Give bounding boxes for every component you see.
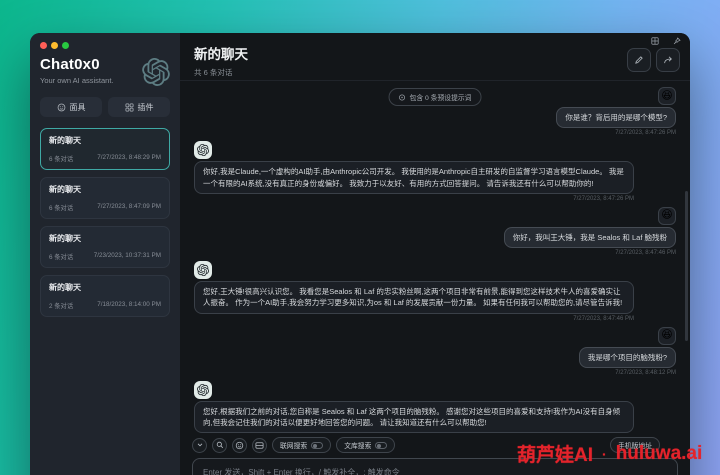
context-prompts-pill[interactable]: 包含 0 条预设提示词 — [388, 88, 482, 106]
assistant-avatar-openai-icon — [194, 380, 212, 399]
web-search-toggle[interactable] — [311, 441, 324, 449]
share-icon — [663, 55, 673, 65]
assistant-avatar-openai-icon — [194, 141, 212, 160]
message-bubble[interactable]: 你是谁？背后用的是哪个模型? — [556, 107, 676, 129]
message-bubble[interactable]: 您好,王大锤!很高兴认识您。 我看您是Sealos 和 Laf 的忠实粉丝啊,这… — [194, 281, 634, 314]
chat-item-title: 新的聊天 — [49, 185, 81, 194]
chat-item-date: 7/27/2023, 8:48:29 PM — [97, 154, 161, 161]
chat-subtitle: 共 6 条对话 — [194, 68, 233, 77]
sidebar: Chat0x0 Your own AI assistant. 面具 插件 新的聊… — [30, 33, 180, 475]
watermark-brand: 葫芦娃AI — [517, 445, 594, 466]
mask-quick-button[interactable] — [232, 437, 247, 453]
chat-header: 新的聊天 共 6 条对话 — [180, 33, 690, 81]
rename-button[interactable] — [627, 48, 651, 72]
chat-item-title: 新的聊天 — [49, 283, 81, 292]
chat-list-item-4[interactable]: 新的聊天 2 条对话 7/18/2023, 8:14:00 PM — [40, 275, 170, 317]
prompt-search-button[interactable] — [212, 437, 227, 453]
mask-button-label: 面具 — [69, 102, 86, 112]
chat-list-item-3[interactable]: 新的聊天 6 条对话 7/23/2023, 10:37:31 PM — [40, 226, 170, 268]
search-icon — [216, 441, 224, 449]
scroll-to-bottom-button[interactable] — [192, 437, 207, 453]
message-assistant: 您好,王大锤!很高兴认识您。 我看您是Sealos 和 Laf 的忠实粉丝啊,这… — [194, 261, 676, 322]
assistant-avatar-openai-icon — [194, 261, 212, 279]
message-user: 😆 我是哪个项目的脑残粉? 7/27/2023, 8:48:12 PM — [194, 326, 676, 376]
message-bubble[interactable]: 你好，我叫王大锤，我是 Sealos 和 Laf 脑残粉 — [503, 226, 676, 248]
chat-item-count: 6 条对话 — [49, 156, 74, 163]
minimize-button[interactable] — [51, 42, 58, 49]
web-search-toggle-pill[interactable]: 联网搜索 — [272, 437, 332, 453]
watermark-dot: · — [602, 445, 607, 462]
mask-icon — [57, 103, 66, 112]
watermark-site: huluwa.ai — [615, 442, 703, 464]
user-avatar: 😆 — [658, 206, 676, 225]
context-pill-label: 包含 0 条预设提示词 — [409, 95, 472, 102]
chat-title: 新的聊天 — [194, 47, 248, 62]
close-button[interactable] — [40, 42, 47, 49]
pencil-icon — [634, 55, 644, 65]
app-subtitle: Your own AI assistant. — [40, 76, 114, 85]
pin-icon[interactable] — [673, 37, 681, 45]
message-timestamp: 7/27/2023, 8:47:46 PM — [573, 315, 634, 322]
chat-item-date: 7/27/2023, 8:47:09 PM — [97, 203, 161, 210]
chat-list: 新的聊天 6 条对话 7/27/2023, 8:48:29 PM 新的聊天 6 … — [40, 128, 170, 317]
message-timestamp: 7/27/2023, 8:48:12 PM — [615, 369, 676, 376]
keyboard-icon — [255, 441, 264, 450]
app-window: Chat0x0 Your own AI assistant. 面具 插件 新的聊… — [30, 33, 690, 475]
library-search-toggle-pill[interactable]: 文库搜索 — [336, 437, 396, 453]
chat-item-count: 6 条对话 — [49, 254, 74, 261]
message-bubble[interactable]: 您好,根据我们之前的对话,您自称是 Sealos 和 Laf 这两个项目的脑残粉… — [194, 400, 634, 433]
chat-item-date: 7/23/2023, 10:37:31 PM — [93, 252, 161, 259]
plugin-button-label: 插件 — [137, 102, 154, 112]
desktop: Chat0x0 Your own AI assistant. 面具 插件 新的聊… — [0, 0, 720, 475]
chat-list-item-1[interactable]: 新的聊天 6 条对话 7/27/2023, 8:48:29 PM — [40, 128, 170, 170]
library-search-label: 文库搜索 — [344, 443, 372, 450]
shortcut-keys-button[interactable] — [252, 437, 267, 453]
library-search-toggle[interactable] — [375, 441, 388, 449]
chat-list-item-2[interactable]: 新的聊天 6 条对话 7/27/2023, 8:47:09 PM — [40, 177, 170, 219]
window-controls — [40, 42, 170, 49]
message-scroll-area[interactable]: 包含 0 条预设提示词 😆 你是谁？背后用的是哪个模型? 7/27/2023, … — [180, 81, 690, 433]
app-title: Chat0x0 — [40, 56, 100, 73]
main-panel: 新的聊天 共 6 条对话 包含 0 条预设提示词 😆 你是谁？背后用的是哪个模型… — [180, 33, 690, 475]
openai-logo-icon — [142, 58, 170, 86]
message-user: 😆 你好，我叫王大锤，我是 Sealos 和 Laf 脑残粉 7/27/2023… — [194, 206, 676, 256]
message-timestamp: 7/27/2023, 8:47:26 PM — [615, 130, 676, 137]
plugin-button[interactable]: 插件 — [108, 97, 170, 117]
message-assistant: 您好,根据我们之前的对话,您自称是 Sealos 和 Laf 这两个项目的脑残粉… — [194, 380, 676, 433]
share-button[interactable] — [656, 48, 680, 72]
message-assistant: 你好,我是Claude,一个虚构的AI助手,由Anthropic公司开发。 我使… — [194, 141, 676, 202]
message-bubble[interactable]: 你好,我是Claude,一个虚构的AI助手,由Anthropic公司开发。 我使… — [194, 161, 634, 194]
chat-item-title: 新的聊天 — [49, 234, 81, 243]
watermark: 葫芦娃AI · huluwa.ai — [517, 440, 702, 467]
chat-item-title: 新的聊天 — [49, 136, 81, 145]
plugin-icon — [125, 103, 134, 112]
message-timestamp: 7/27/2023, 8:47:26 PM — [573, 195, 634, 202]
web-search-label: 联网搜索 — [280, 443, 308, 450]
chevron-down-icon — [196, 441, 204, 449]
mask-button[interactable]: 面具 — [40, 97, 102, 117]
message-bubble[interactable]: 我是哪个项目的脑残粉? — [578, 346, 676, 368]
prompt-icon — [399, 94, 406, 101]
input-placeholder: Enter 发送，Shift + Enter 换行，/ 触发补全，: 触发命令 — [203, 468, 400, 475]
mask-face-icon — [235, 441, 244, 450]
user-avatar: 😆 — [658, 326, 676, 345]
message-timestamp: 7/27/2023, 8:47:46 PM — [615, 250, 676, 256]
chat-item-date: 7/18/2023, 8:14:00 PM — [97, 301, 161, 308]
layout-icon[interactable] — [651, 37, 659, 45]
user-avatar: 😆 — [658, 87, 676, 105]
chat-item-count: 2 条对话 — [49, 303, 74, 310]
scrollbar-thumb[interactable] — [685, 191, 688, 341]
zoom-button[interactable] — [62, 42, 69, 49]
chat-item-count: 6 条对话 — [49, 205, 74, 212]
